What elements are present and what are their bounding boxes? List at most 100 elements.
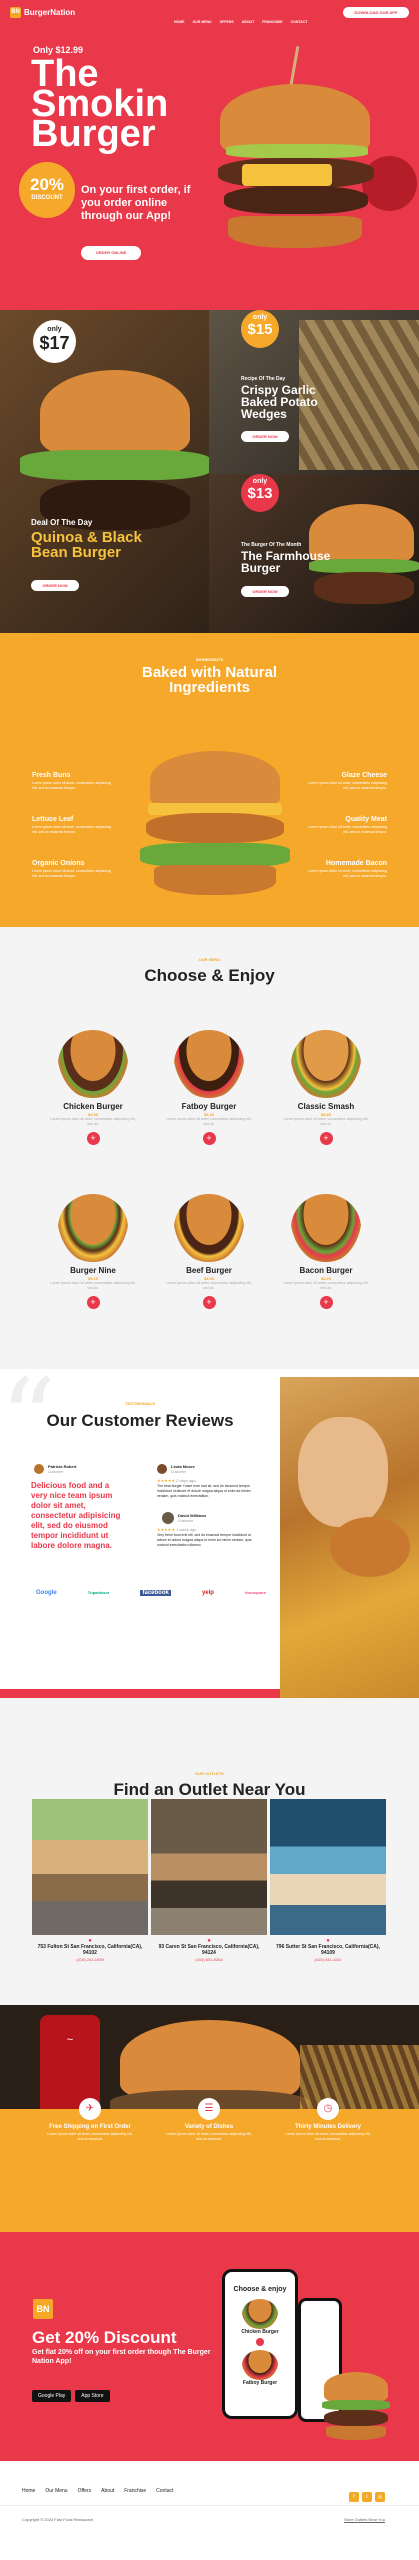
add-to-cart-button[interactable]: + xyxy=(319,1132,333,1145)
features-bar: ✈ Free Shipping on First Order Lorem ips… xyxy=(0,2098,419,2232)
item-desc: Lorem ipsum dolor sit amet, consectetur … xyxy=(283,1117,369,1126)
menu-item[interactable]: Bacon Burger $4.20 Lorem ipsum dolor sit… xyxy=(281,1194,371,1309)
ingredient-desc: Lorem ipsum dolor sit amet, consectetur … xyxy=(308,825,387,834)
google-logo[interactable]: Google xyxy=(36,1590,57,1596)
outlet-card[interactable]: ● 796 Sutter St San Francisco, Californi… xyxy=(270,1938,386,1962)
price-badge-17: only $17 xyxy=(33,320,76,363)
burger-image xyxy=(58,1194,128,1262)
footer-link-about[interactable]: About xyxy=(101,2488,114,2494)
promo-recipe-of-day[interactable]: only $15 Recipe Of The Day Crispy Garlic… xyxy=(209,310,419,474)
menu-item[interactable]: Classic Smash $4.80 Lorem ipsum dolor si… xyxy=(281,1030,371,1145)
section-title: Our Customer Reviews xyxy=(46,1411,234,1430)
foursquare-logo[interactable]: foursquare xyxy=(245,1590,266,1596)
menu-item[interactable]: Beef Burger $3.90 Lorem ipsum dolor sit … xyxy=(164,1194,254,1309)
reviewer-name: David Williams xyxy=(178,1513,207,1518)
burger-image xyxy=(291,1030,361,1098)
store-outlets-link[interactable]: Store Outlets Near You xyxy=(344,2517,385,2522)
discount-percent: 20% xyxy=(29,175,65,194)
outlet-address: 753 Fulton St San Francisco, California(… xyxy=(37,1944,143,1956)
ingredient-desc: Lorem ipsum dolor sit amet, consectetur … xyxy=(308,869,387,878)
footer-link-franchise[interactable]: Franchise xyxy=(124,2488,146,2494)
section-kicker: INGREDIENTS xyxy=(195,657,224,662)
promo-burger-of-month[interactable]: only $13 The Burger Of The Month The Far… xyxy=(209,474,419,633)
outlet-phone[interactable]: (415) 601-9264 xyxy=(151,1957,267,1962)
menu-item[interactable]: Burger Nine $5.10 Lorem ipsum dolor sit … xyxy=(48,1194,138,1309)
hero-title-line3: Burger xyxy=(31,113,156,155)
menu-section: OUR MENU Choose & Enjoy Chicken Burger $… xyxy=(0,927,419,1369)
app-burger-image xyxy=(322,2372,392,2452)
app-store-button[interactable]: App Store xyxy=(75,2390,110,2402)
order-now-button[interactable]: ORDER NOW xyxy=(241,586,289,597)
feature-desc: Lorem ipsum dolor sit amet, consectetur … xyxy=(47,2132,133,2141)
menu-item[interactable]: Chicken Burger $4.50 Lorem ipsum dolor s… xyxy=(48,1030,138,1145)
add-to-cart-button[interactable]: + xyxy=(202,1296,216,1309)
phone-mockup-front: Choose & enjoy Chicken Burger Fatboy Bur… xyxy=(222,2269,298,2419)
add-to-cart-button[interactable]: + xyxy=(202,1132,216,1145)
item-desc: Lorem ipsum dolor sit amet, consectetur … xyxy=(166,1281,252,1290)
ingredient-item: Lettuce Leaf Lorem ipsum dolor sit amet, … xyxy=(32,816,112,835)
footer-nav: Home Our Menu Offers About Franchise Con… xyxy=(22,2488,173,2494)
item-name: Bacon Burger xyxy=(299,1266,353,1275)
order-now-button[interactable]: ORDER NOW xyxy=(31,580,79,591)
ingredients-section: INGREDIENTS Baked with Natural Ingredien… xyxy=(0,633,419,927)
logo-mark[interactable]: BN xyxy=(10,7,21,18)
ingredients-burger-image xyxy=(140,751,290,916)
google-play-button[interactable]: Google Play xyxy=(32,2390,72,2402)
menu-item[interactable]: Fatboy Burger $3.20 Lorem ipsum dolor si… xyxy=(164,1030,254,1145)
nav-franchise[interactable]: FRANCHISE xyxy=(262,20,282,24)
discount-badge: 20% DISCOUNT xyxy=(19,162,75,218)
add-to-cart-button[interactable]: + xyxy=(86,1296,100,1309)
discount-word: DISCOUNT xyxy=(31,195,63,201)
ingredient-name: Fresh Buns xyxy=(32,772,71,779)
reviewer-role: Customer xyxy=(171,1470,187,1474)
outlet-card[interactable]: ● 93 Caren St San Francisco, California(… xyxy=(151,1938,267,1962)
nav-contact[interactable]: CONTACT xyxy=(291,20,308,24)
promo-title: Crispy Garlic Baked Potato Wedges xyxy=(241,383,318,421)
facebook-icon[interactable]: f xyxy=(349,2492,359,2502)
tripadvisor-logo[interactable]: Tripadvisor xyxy=(88,1590,110,1596)
add-to-cart-button[interactable]: + xyxy=(86,1132,100,1145)
add-to-cart-button[interactable]: + xyxy=(319,1296,333,1309)
outlet-address: 93 Caren St San Francisco, California(CA… xyxy=(158,1944,260,1956)
nav-offers[interactable]: OFFERS xyxy=(220,20,234,24)
download-app-button[interactable]: DOWNLOAD OUR APP xyxy=(343,7,409,18)
feature-desc: Lorem ipsum dolor sit amet, consectetur … xyxy=(285,2132,371,2141)
badge-only: only xyxy=(252,314,268,321)
nav-about[interactable]: ABOUT xyxy=(242,20,254,24)
price-badge-15: only $15 xyxy=(241,310,279,348)
item-desc: Lorem ipsum dolor sit amet, consectetur … xyxy=(166,1117,252,1126)
review-band xyxy=(0,1689,280,1698)
nav-home[interactable]: HOME xyxy=(174,20,185,24)
nav-menu[interactable]: OUR MENU xyxy=(193,20,212,24)
reviewer-role: Customer xyxy=(178,1519,194,1523)
review-date: 1 week ago xyxy=(176,1527,197,1532)
section-kicker: OUR OUTLETS xyxy=(195,1771,224,1776)
badge-price: $15 xyxy=(247,321,273,338)
facebook-logo[interactable]: facebook xyxy=(140,1590,171,1596)
footer-divider xyxy=(0,2505,419,2506)
twitter-icon[interactable]: t xyxy=(362,2492,372,2502)
ingredient-desc: Lorem ipsum dolor sit amet, consectetur … xyxy=(32,869,111,878)
customer-photo xyxy=(280,1377,419,1698)
footer-link-menu[interactable]: Our Menu xyxy=(45,2488,67,2494)
footer-link-offers[interactable]: Offers xyxy=(78,2488,92,2494)
footer-link-home[interactable]: Home xyxy=(22,2488,35,2494)
outlet-card[interactable]: ● 753 Fulton St San Francisco, Californi… xyxy=(32,1938,148,1962)
badge-price: $17 xyxy=(39,333,70,353)
ingredient-name: Quality Meat xyxy=(345,816,387,823)
footer-link-contact[interactable]: Contact xyxy=(156,2488,173,2494)
promo-deal-of-day[interactable]: only $17 Deal Of The Day Quinoa & Black … xyxy=(0,310,209,633)
outlet-phone[interactable]: (415) 441-1101 xyxy=(270,1957,386,1962)
order-now-button[interactable]: ORDER NOW xyxy=(241,431,289,442)
star-rating: ★★★★★ 2 days ago xyxy=(157,1478,196,1483)
item-name: Burger Nine xyxy=(70,1266,116,1275)
section-kicker: TESTIMONIALS xyxy=(125,1401,155,1406)
ingredient-name: Organic Onions xyxy=(32,860,85,867)
order-online-button[interactable]: ORDER ONLINE xyxy=(81,246,141,260)
instagram-icon[interactable]: ◎ xyxy=(375,2492,385,2502)
yelp-logo[interactable]: yelp xyxy=(202,1590,214,1596)
outlet-phone[interactable]: (415) 241-1939 xyxy=(32,1957,148,1962)
brand-name[interactable]: BurgerNation xyxy=(24,8,75,17)
review-logos: Google Tripadvisor facebook yelp foursqu… xyxy=(36,1590,266,1596)
app-text: Get flat 20% off on your first order tho… xyxy=(32,2349,211,2365)
